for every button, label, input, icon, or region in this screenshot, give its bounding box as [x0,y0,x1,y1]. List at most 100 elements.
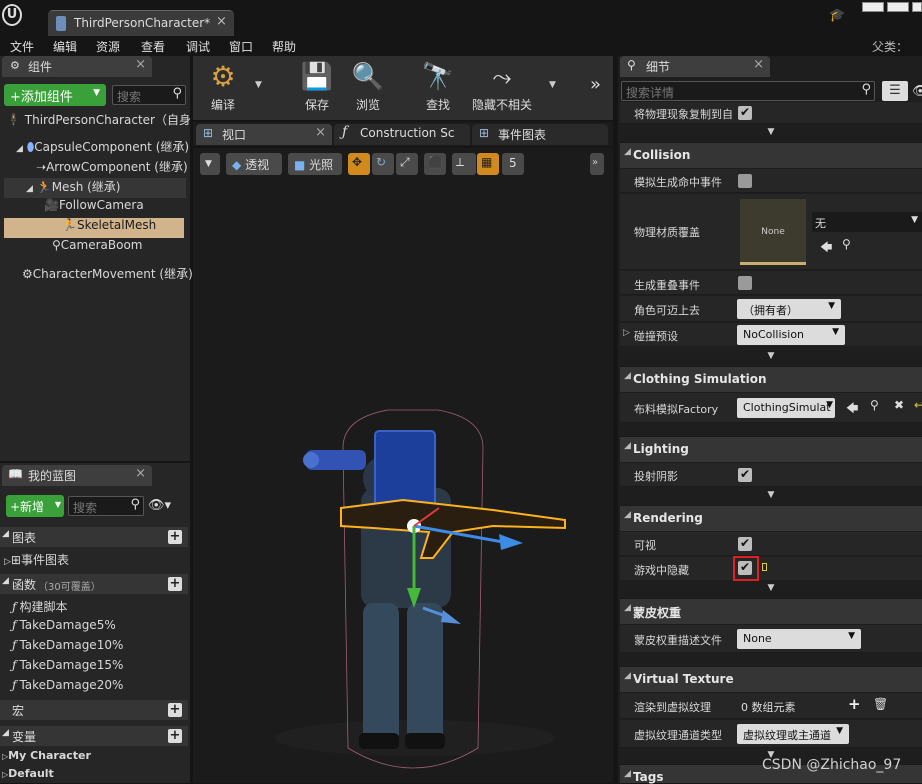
lighting-section-header[interactable]: ◢ Lighting [620,436,922,462]
hide-unrelated-button[interactable]: ⤳ 隐藏不相关 [470,58,534,118]
clothing-factory-combo[interactable]: ClothingSimulat ▼ [737,398,835,418]
replicate-physics-checkbox[interactable]: ✔ [738,106,752,120]
add-graph-button[interactable]: + [168,530,182,544]
close-icon[interactable]: × [135,466,146,481]
chevron-down-icon[interactable]: ▼ [549,80,556,90]
collapse-arrow[interactable]: ▼ [620,583,922,593]
menu-asset[interactable]: 资源 [96,38,120,55]
tree-item-arrow[interactable]: ➝ArrowComponent (继承) [36,158,188,178]
new-button[interactable]: +新增 ▼ [6,495,64,517]
add-function-button[interactable]: + [168,577,182,591]
tree-item-capsule[interactable]: ◢ ⬮CapsuleComponent (继承) [16,138,189,158]
tab-my-blueprint[interactable]: 📖 我的蓝图 × [2,465,152,486]
sim-hit-events-label: 模拟生成命中事件 [634,176,722,189]
event-graph-item[interactable]: ▷⊞事件图表 [4,551,69,568]
tab-event-graph[interactable]: ⊞ 事件图表 [472,124,608,145]
function-item[interactable]: ƒ TakeDamage5% [12,618,116,632]
eye-icon[interactable]: 👁 [912,84,922,99]
more-toolbar-icon[interactable]: » [590,74,601,95]
tree-item-mesh[interactable]: ◢ 🏃Mesh (继承) [4,178,186,198]
variable-group-item[interactable]: ▷My Character [2,749,91,762]
close-icon[interactable]: × [753,57,764,72]
menu-help[interactable]: 帮助 [272,38,296,55]
close-window-button[interactable] [912,2,922,12]
functions-header[interactable]: ◢ 函数 （30可覆盖） + [0,574,188,594]
clothing-section-header[interactable]: ◢ Clothing Simulation [620,366,922,392]
tab-details[interactable]: ⚲ 细节 × [620,56,770,77]
can-step-up-combo[interactable]: （拥有者） ▼ [737,299,841,319]
skin-weight-profile-combo[interactable]: None ▼ [737,629,861,649]
clear-x-icon[interactable]: ✖ [894,398,904,412]
browse-magnifier-icon[interactable]: ⚲ [870,398,879,412]
browse-button[interactable]: 🔍 浏览 [346,58,390,118]
variable-group-item[interactable]: ▷Default [2,767,54,780]
browse-magnifier-icon[interactable]: ⚲ [842,237,851,251]
add-element-icon[interactable]: + [848,695,861,713]
close-icon[interactable]: × [315,125,326,140]
tree-item-root[interactable]: 🕴 ThirdPersonCharacter（自身 [6,111,191,131]
reset-arrow-icon[interactable]: ↩ [914,398,922,412]
add-macro-button[interactable]: + [168,703,182,717]
graduation-cap-icon[interactable]: 🎓 [829,8,845,23]
save-button[interactable]: 💾 保存 [296,58,338,118]
add-variable-button[interactable]: + [168,729,182,743]
tab-construction-script[interactable]: ƒ Construction Sc [334,124,470,145]
function-item[interactable]: ƒ TakeDamage20% [12,678,123,692]
find-button[interactable]: 🔭 查找 [416,58,460,118]
function-item[interactable]: ƒ 构建脚本 [12,598,67,615]
compile-button[interactable]: ⚙ 编译 [198,58,248,118]
cast-shadow-checkbox[interactable]: ✔ [738,468,752,482]
minimize-button[interactable] [862,2,884,12]
replicate-physics-row: 将物理现象复制到自 ✔ [620,102,922,124]
use-selected-arrow-icon[interactable]: 🡄 [846,399,858,420]
menu-debug[interactable]: 调试 [186,38,210,55]
tree-item-followcamera[interactable]: 🎥FollowCamera [44,198,188,218]
reset-indicator-icon[interactable] [762,563,767,571]
property-matrix-button[interactable]: ☰ [882,81,908,101]
collision-preset-combo[interactable]: NoCollision ▼ [737,325,845,345]
details-search-input[interactable]: 搜索详情 ⚲ [621,81,875,101]
overlap-events-checkbox[interactable] [738,276,752,290]
trash-icon[interactable]: 🗑 [873,697,888,711]
rendering-section-header[interactable]: ◢ Rendering [620,505,922,531]
close-icon[interactable]: × [135,57,146,72]
material-thumbnail[interactable]: None [740,199,806,265]
menu-view[interactable]: 查看 [141,38,165,55]
blueprint-search-input[interactable]: 搜索 ⚲ [68,496,144,516]
skin-weight-section-header[interactable]: ◢ 蒙皮权重 [620,598,922,624]
tree-item-skeletalmesh[interactable]: 🏃SkeletalMesh [4,218,184,238]
close-icon[interactable]: × [216,14,227,29]
menu-window[interactable]: 窗口 [229,38,253,55]
function-item[interactable]: ƒ TakeDamage15% [12,658,123,672]
function-item[interactable]: ƒ TakeDamage10% [12,638,123,652]
vt-pass-type-combo[interactable]: 虚拟纹理或主通道 ▼ [737,724,849,744]
sim-hit-events-row: 模拟生成命中事件 [620,169,922,193]
menu-edit[interactable]: 编辑 [53,38,77,55]
hidden-in-game-checkbox[interactable]: ✔ [738,561,752,575]
tab-viewport[interactable]: ⊞ 视口 × [196,124,332,145]
expand-arrow-icon[interactable]: ▷ [623,328,630,338]
collapse-arrow[interactable]: ▼ [620,127,922,137]
collapse-arrow[interactable]: ▼ [620,490,922,500]
macros-header[interactable]: 宏 + [0,700,188,720]
vt-pass-type-value: 虚拟纹理或主通道 [743,729,831,742]
tab-components[interactable]: ⚙ 组件 × [2,56,152,77]
variables-header[interactable]: ◢ 变量 + [0,726,188,746]
virtual-texture-section-header[interactable]: ◢ Virtual Texture [620,666,922,692]
document-tab[interactable]: ThirdPersonCharacter* × [48,10,234,36]
eye-icon[interactable]: 👁▾ [148,498,182,514]
tree-item-charactermovement[interactable]: ⚙CharacterMovement (继承) [22,265,193,285]
graphs-header[interactable]: ◢ 图表 + [0,527,188,547]
tree-item-cameraboom[interactable]: ⚲CameraBoom [52,238,188,258]
maximize-button[interactable] [887,2,909,12]
collapse-arrow[interactable]: ▼ [620,351,922,361]
collision-section-header[interactable]: ◢ Collision [620,142,922,168]
components-search-input[interactable]: 搜索 ⚲ [112,85,186,105]
add-component-button[interactable]: +添加组件 ▼ [4,84,106,106]
visible-checkbox[interactable]: ✔ [738,537,752,551]
sim-hit-events-checkbox[interactable] [738,174,752,188]
chevron-down-icon[interactable]: ▼ [255,80,262,90]
menu-file[interactable]: 文件 [10,38,34,55]
material-picker-combo[interactable]: 无 ▼ [812,212,922,232]
use-selected-arrow-icon[interactable]: 🡄 [820,238,832,259]
